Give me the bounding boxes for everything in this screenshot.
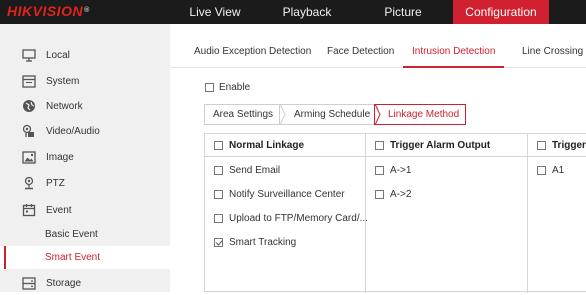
video-audio-icon [21, 124, 36, 139]
trigger-third-select-all-checkbox[interactable] [537, 140, 546, 150]
sidebar-item-label: PTZ [46, 177, 65, 189]
linkage-notify-surveillance-center[interactable]: Notify Surveillance Center [214, 186, 345, 202]
normal-linkage-header-label: Normal Linkage [229, 139, 305, 151]
event-tabs: Audio Exception Detection Face Detection… [170, 38, 586, 68]
third-a1-label: A1 [552, 164, 565, 176]
globe-icon [21, 99, 36, 114]
sidebar-item-label: Video/Audio [46, 125, 100, 137]
system-icon [21, 74, 36, 89]
normal-linkage-select-all-checkbox[interactable] [214, 140, 223, 150]
sidebar-item-label: Image [46, 151, 74, 163]
sidebar-item-storage[interactable]: Storage [0, 271, 170, 295]
sidebar-item-label: Storage [46, 277, 82, 289]
notify-surveillance-center-label: Notify Surveillance Center [229, 188, 345, 200]
upload-ftp-label: Upload to FTP/Memory Card/... [229, 212, 368, 224]
linkage-upload-ftp[interactable]: Upload to FTP/Memory Card/... [214, 210, 368, 226]
subtab-arming-schedule[interactable]: Arming Schedule [279, 104, 375, 125]
normal-linkage-column: Normal Linkage Send Email Notify Surveil… [205, 134, 368, 293]
nav-configuration[interactable]: Configuration [453, 0, 549, 24]
send-email-label: Send Email [229, 164, 281, 176]
sidebar-item-local[interactable]: Local [0, 43, 170, 67]
alarm-output-a1[interactable]: A->1 [375, 162, 411, 178]
subtab-area-settings[interactable]: Area Settings [204, 104, 280, 125]
sidebar-subitem-smart-event[interactable]: Smart Event [0, 246, 170, 269]
sidebar-item-label: System [46, 75, 80, 87]
alarm-output-a2-checkbox[interactable] [375, 189, 384, 199]
upload-ftp-checkbox[interactable] [214, 213, 223, 223]
trigger-alarm-output-column: Trigger Alarm Output A->1 A->2 [366, 134, 528, 293]
sidebar-item-label: Basic Event [45, 229, 98, 240]
sidebar-item-label: Local [46, 49, 70, 61]
third-a1-checkbox[interactable] [537, 165, 546, 175]
trigger-alarm-output-header-label: Trigger Alarm Output [390, 139, 491, 151]
sidebar-item-ptz[interactable]: PTZ [0, 171, 170, 195]
alarm-output-a2[interactable]: A->2 [375, 186, 411, 202]
sidebar: Local System Network Video/Audio Image P… [0, 24, 170, 292]
sidebar-item-video-audio[interactable]: Video/Audio [0, 119, 170, 143]
sidebar-item-label: Event [46, 204, 72, 216]
enable-label: Enable [219, 82, 251, 93]
tab-intrusion-detection[interactable]: Intrusion Detection [403, 38, 505, 68]
trigger-third-header[interactable]: Trigger I [528, 134, 586, 157]
image-icon [21, 150, 36, 165]
linkage-send-email[interactable]: Send Email [214, 162, 280, 178]
trigger-alarm-output-select-all-checkbox[interactable] [375, 140, 384, 150]
tab-audio-exception-detection[interactable]: Audio Exception Detection [194, 38, 311, 68]
sidebar-item-event[interactable]: Event [0, 198, 170, 222]
enable-checkbox[interactable] [205, 83, 214, 92]
linkage-subtabs: Area Settings Arming Schedule Linkage Me… [204, 104, 466, 125]
enable-checkbox-row[interactable]: Enable [205, 82, 250, 93]
alarm-output-a2-label: A->2 [390, 188, 412, 200]
monitor-icon [21, 48, 36, 63]
tab-face-detection[interactable]: Face Detection [327, 38, 394, 68]
nav-live-view[interactable]: Live View [170, 0, 260, 24]
calendar-icon [21, 203, 36, 218]
smart-tracking-checkbox[interactable] [214, 237, 223, 247]
normal-linkage-header[interactable]: Normal Linkage [205, 134, 365, 157]
trigger-third-header-label: Trigger I [552, 139, 586, 151]
ptz-icon [21, 176, 36, 191]
sidebar-item-system[interactable]: System [0, 69, 170, 93]
sidebar-item-image[interactable]: Image [0, 145, 170, 169]
send-email-checkbox[interactable] [214, 165, 223, 175]
third-a1[interactable]: A1 [537, 162, 564, 178]
nav-playback[interactable]: Playback [262, 0, 352, 24]
alarm-output-a1-checkbox[interactable] [375, 165, 384, 175]
trigger-alarm-output-header[interactable]: Trigger Alarm Output [366, 134, 527, 157]
alarm-output-a1-label: A->1 [390, 164, 412, 176]
smart-tracking-label: Smart Tracking [229, 236, 297, 248]
nav-picture[interactable]: Picture [356, 0, 450, 24]
subtab-linkage-method[interactable]: Linkage Method [374, 104, 466, 125]
linkage-smart-tracking[interactable]: Smart Tracking [214, 234, 296, 250]
top-navigation-bar: HIKVISION® Live View Playback Picture Co… [0, 0, 586, 24]
sidebar-item-label: Network [46, 100, 83, 112]
sidebar-item-label: Smart Event [45, 252, 101, 263]
hikvision-logo: HIKVISION® [7, 3, 90, 19]
sidebar-item-network[interactable]: Network [0, 94, 170, 118]
tab-line-crossing-detection[interactable]: Line Crossing De [522, 38, 586, 68]
trigger-third-column: Trigger I A1 [528, 134, 586, 293]
notify-surveillance-center-checkbox[interactable] [214, 189, 223, 199]
storage-icon [21, 276, 36, 291]
linkage-table: Normal Linkage Send Email Notify Surveil… [204, 133, 586, 293]
sidebar-subitem-basic-event[interactable]: Basic Event [0, 223, 170, 246]
